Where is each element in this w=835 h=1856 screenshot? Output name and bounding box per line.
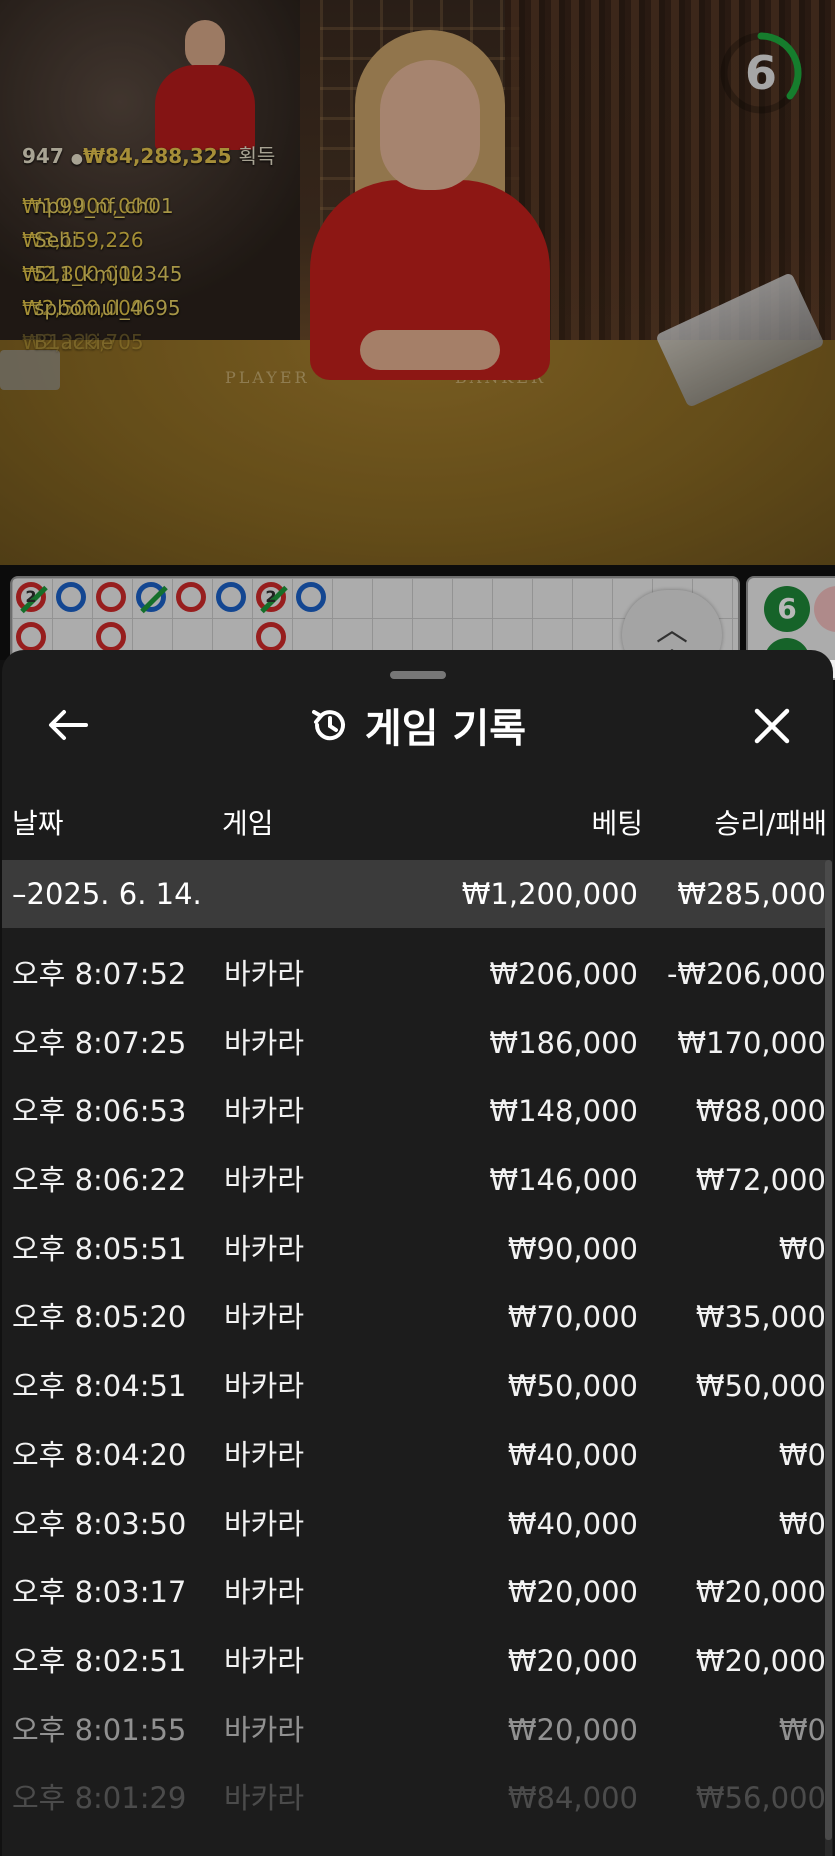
group-result-total: ₩285,000 (677, 877, 826, 911)
overlay-dim[interactable] (0, 0, 835, 660)
road-marker-label: 2 (25, 587, 37, 606)
row-result: ₩0 (778, 1712, 826, 1747)
row-bet: ₩148,000 (489, 1094, 638, 1129)
row-bet: ₩20,000 (507, 1712, 638, 1747)
group-bet-total: ₩1,200,000 (461, 877, 638, 911)
row-result: ₩0 (778, 1506, 826, 1541)
row-time: 오후 8:04:51 (12, 1369, 187, 1404)
date-group-header[interactable]: –2025. 6. 14. ₩1,200,000 ₩285,000 (2, 860, 828, 928)
arrow-left-icon (49, 710, 88, 740)
column-headers: 날짜 게임 베팅 승리/패배 (2, 802, 833, 842)
row-time: 오후 8:03:50 (12, 1506, 187, 1541)
row-bet: ₩70,000 (507, 1300, 638, 1335)
history-row[interactable]: 오후 8:02:51 바카라 ₩20,000 ₩20,000 (2, 1627, 828, 1696)
row-bet: ₩20,000 (507, 1643, 638, 1678)
history-row[interactable]: 오후 8:01:55 바카라 ₩20,000 ₩0 (2, 1696, 828, 1765)
game-history-sheet: 게임 기록 날짜 게임 베팅 승리/패배 –2025. 6. 14. ₩1,20… (2, 650, 833, 1856)
row-bet: ₩20,000 (507, 1575, 638, 1610)
row-time: 오후 8:02:51 (12, 1643, 187, 1678)
close-button[interactable] (742, 696, 802, 756)
row-time: 오후 8:06:22 (12, 1163, 187, 1198)
row-game: 바카라 (224, 1025, 305, 1060)
history-row[interactable]: 오후 8:06:22 바카라 ₩146,000 ₩72,000 (2, 1146, 828, 1215)
row-time: 오후 8:07:25 (12, 1025, 187, 1060)
scrollbar-thumb[interactable] (825, 860, 832, 1840)
row-game: 바카라 (224, 1575, 305, 1610)
row-result: ₩20,000 (695, 1575, 826, 1610)
row-game: 바카라 (224, 1369, 305, 1404)
column-bet: 베팅 (591, 807, 643, 840)
back-button[interactable] (38, 700, 98, 750)
row-bet: ₩84,000 (507, 1781, 638, 1816)
row-game: 바카라 (224, 957, 305, 991)
row-bet: ₩186,000 (489, 1025, 638, 1060)
row-game: 바카라 (224, 1231, 305, 1266)
row-result: ₩50,000 (695, 1369, 826, 1404)
row-game: 바카라 (224, 1163, 305, 1198)
history-row[interactable]: 오후 8:05:51 바카라 ₩90,000 ₩0 (2, 1215, 828, 1284)
row-game: 바카라 (224, 1712, 305, 1747)
row-bet: ₩50,000 (507, 1369, 638, 1404)
row-time: 오후 8:01:29 (12, 1781, 187, 1816)
history-row[interactable]: 오후 8:07:52 바카라 ₩206,000 -₩206,000 (2, 940, 828, 1009)
history-row[interactable]: 오후 8:06:53 바카라 ₩148,000 ₩88,000 (2, 1077, 828, 1146)
history-row[interactable]: 오후 8:07:25 바카라 ₩186,000 ₩170,000 (2, 1009, 828, 1078)
history-row[interactable]: 오후 8:05:20 바카라 ₩70,000 ₩35,000 (2, 1283, 828, 1352)
row-result: ₩88,000 (695, 1094, 826, 1129)
history-row[interactable]: 오후 8:03:17 바카라 ₩20,000 ₩20,000 (2, 1558, 828, 1627)
column-date: 날짜 (12, 807, 64, 840)
row-time: 오후 8:01:55 (12, 1712, 187, 1747)
row-game: 바카라 (224, 1300, 305, 1335)
title-inner: 게임 기록 (309, 690, 526, 760)
row-game: 바카라 (224, 1437, 305, 1472)
row-result: ₩0 (778, 1437, 826, 1472)
history-row[interactable]: 오후 8:04:51 바카라 ₩50,000 ₩50,000 (2, 1352, 828, 1421)
row-result: -₩206,000 (666, 957, 826, 991)
group-date: –2025. 6. 14. (12, 877, 202, 911)
history-row[interactable]: 오후 8:01:29 바카라 ₩84,000 ₩56,000 (2, 1764, 828, 1833)
row-result: ₩0 (778, 1231, 826, 1266)
row-result: ₩170,000 (677, 1025, 826, 1060)
row-time: 오후 8:05:20 (12, 1300, 187, 1335)
column-game: 게임 (222, 807, 274, 840)
history-row[interactable]: 오후 8:04:20 바카라 ₩40,000 ₩0 (2, 1421, 828, 1490)
row-game: 바카라 (224, 1094, 305, 1129)
row-time: 오후 8:06:53 (12, 1094, 187, 1129)
history-row[interactable]: 오후 8:03:50 바카라 ₩40,000 ₩0 (2, 1490, 828, 1559)
row-bet: ₩40,000 (507, 1506, 638, 1541)
history-icon (311, 710, 345, 741)
drag-handle[interactable] (390, 671, 446, 679)
row-bet: ₩146,000 (489, 1163, 638, 1198)
row-time: 오후 8:05:51 (12, 1231, 187, 1266)
history-rows: 오후 8:07:52 바카라 ₩206,000 -₩206,000 오후 8:07:25… (2, 940, 828, 1833)
sheet-title: 게임 기록 (364, 706, 527, 752)
sheet-header: 게임 기록 (2, 690, 833, 760)
title-wrap: 게임 기록 (2, 690, 833, 760)
row-bet: ₩206,000 (489, 957, 638, 991)
row-result: ₩56,000 (695, 1781, 826, 1816)
row-result: ₩72,000 (695, 1163, 826, 1198)
row-time: 오후 8:07:52 (12, 957, 187, 991)
row-result: ₩35,000 (695, 1300, 826, 1335)
row-game: 바카라 (224, 1781, 305, 1816)
close-icon (754, 708, 790, 744)
column-result: 승리/패배 (714, 807, 827, 840)
row-bet: ₩40,000 (507, 1437, 638, 1472)
row-game: 바카라 (224, 1506, 305, 1541)
row-time: 오후 8:03:17 (12, 1575, 187, 1610)
row-game: 바카라 (224, 1643, 305, 1678)
row-bet: ₩90,000 (507, 1231, 638, 1266)
road-marker-label: 2 (265, 587, 277, 606)
row-time: 오후 8:04:20 (12, 1437, 187, 1472)
row-result: ₩20,000 (695, 1643, 826, 1678)
